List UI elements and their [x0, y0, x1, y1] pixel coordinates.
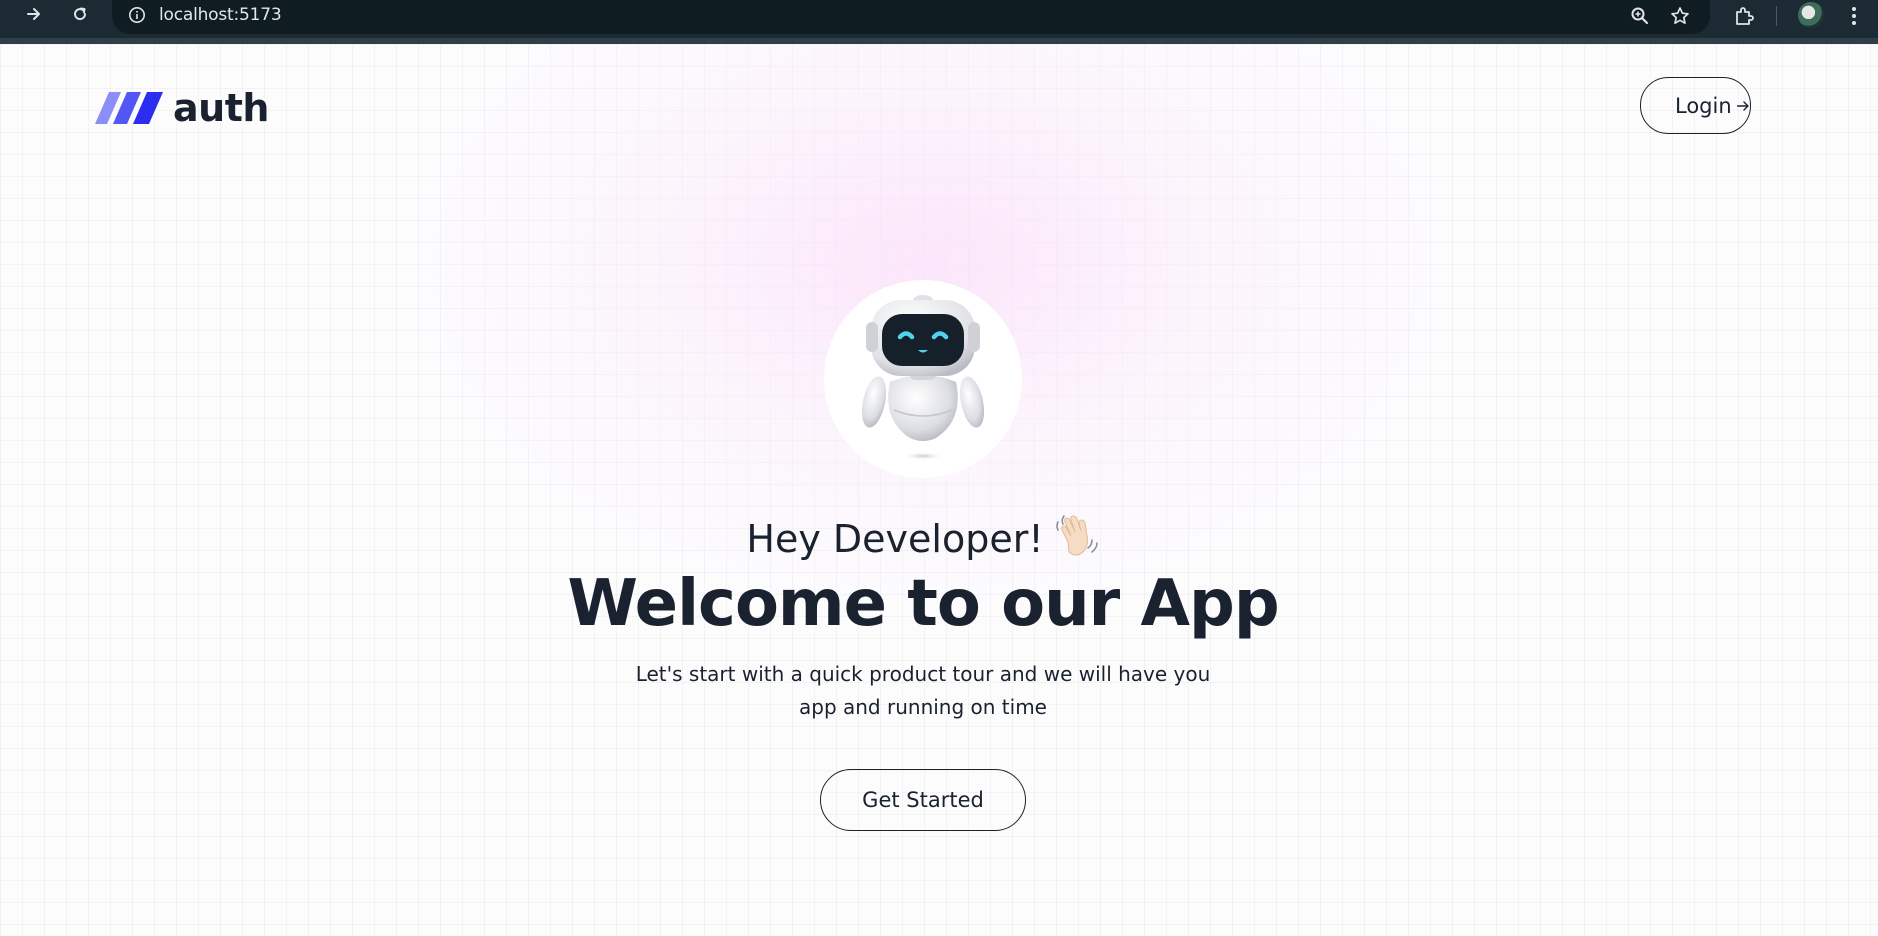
url-text[interactable]: localhost:5173: [159, 5, 282, 25]
arrow-right-icon: [1736, 100, 1749, 111]
reload-icon: [74, 7, 87, 21]
menu-icon: [1852, 7, 1856, 25]
bookmark-button[interactable]: [1668, 4, 1692, 28]
login-label: Login: [1675, 93, 1732, 118]
zoom-button[interactable]: [1628, 4, 1652, 28]
reload-button[interactable]: [62, 0, 98, 28]
browser-toolbar: localhost:5173: [0, 0, 1878, 44]
greeting-heading: Hey Developer!: [0, 512, 1846, 562]
hero-subtitle: Let's start with a quick product tour an…: [635, 662, 1211, 719]
robot-avatar: [824, 280, 1022, 478]
address-bar[interactable]: localhost:5173: [112, 0, 1710, 34]
toolbar-separator: [1776, 6, 1777, 26]
forward-button[interactable]: [16, 0, 52, 28]
robot-icon: [861, 295, 985, 460]
logo[interactable]: auth: [95, 88, 269, 128]
get-started-button[interactable]: Get Started: [820, 769, 1026, 831]
get-started-label: Get Started: [862, 788, 984, 812]
greeting-text: Hey Developer!: [746, 517, 1044, 561]
logo-stripes-icon: [95, 92, 163, 124]
extensions-button[interactable]: [1730, 2, 1758, 30]
zoom-icon: [1631, 7, 1649, 25]
profile-avatar[interactable]: [1798, 2, 1824, 28]
page-body: auth Login Hey Developer! Welcome to our…: [0, 44, 1878, 936]
logo-text: auth: [173, 86, 269, 130]
bookmark-star-icon: [1671, 7, 1689, 25]
forward-icon: [27, 8, 40, 20]
site-info-icon[interactable]: [128, 6, 146, 24]
waving-hand-icon: [1055, 515, 1098, 556]
page-title: Welcome to our App: [567, 567, 1279, 641]
browser-menu-button[interactable]: [1840, 2, 1868, 30]
extensions-icon: [1736, 7, 1754, 25]
login-button[interactable]: Login: [1640, 77, 1751, 134]
